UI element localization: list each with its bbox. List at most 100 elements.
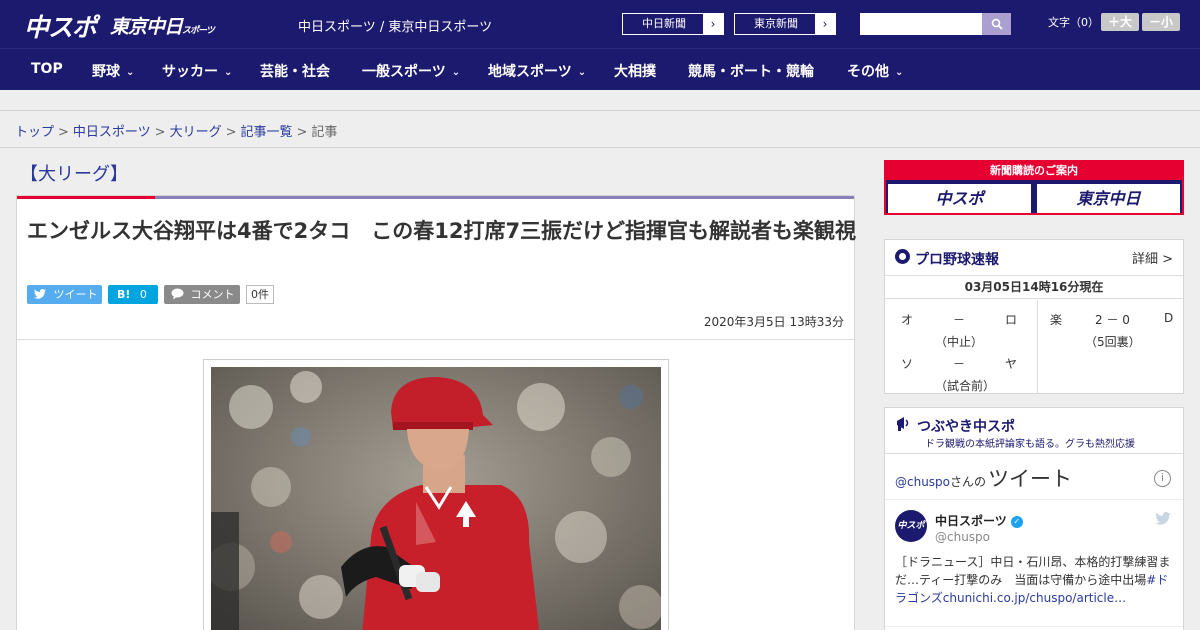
chevron-down-icon: ⌄	[895, 67, 904, 78]
article-card: エンゼルス大谷翔平は4番で2タコ この春12打席7三振だけど指揮官も解説者も楽観…	[16, 195, 857, 630]
tweet-account-handle[interactable]: @chuspo	[935, 530, 990, 544]
breadcrumb-separator: >	[296, 125, 308, 140]
article-photo-frame	[203, 359, 669, 630]
tweet-widget-subtitle: ドラ観戦の本紙評論家も語る。グラも熱烈応援	[925, 439, 1135, 450]
game-score: －	[953, 357, 966, 371]
info-icon[interactable]: i	[1154, 470, 1171, 487]
baseball-scoreboard: プロ野球速報 詳細 > 03月05日14時16分現在 オ － ロ （中止） 楽 …	[884, 239, 1184, 394]
chevron-right-icon: ›	[815, 14, 835, 34]
nav-item-label: 芸能・社会	[260, 64, 330, 80]
nav-item-label: サッカー	[162, 64, 218, 80]
scoreboard-title: プロ野球速報	[915, 252, 999, 268]
nav-item-local-sports[interactable]: 地域スポーツ ⌄	[488, 61, 586, 81]
comment-bubble-icon	[171, 288, 184, 300]
nav-item-label: 野球	[92, 64, 120, 80]
nav-item-label: 一般スポーツ	[362, 64, 446, 80]
game-away-team: D	[1164, 311, 1174, 325]
chuspo-subscribe-box[interactable]: 中スポ	[888, 184, 1031, 213]
font-smaller-button[interactable]: －小	[1142, 13, 1180, 31]
game-score: －	[953, 313, 966, 327]
nav-item-baseball[interactable]: 野球 ⌄	[92, 61, 134, 81]
nav-item-general-sports[interactable]: 一般スポーツ ⌄	[362, 61, 460, 81]
verified-badge-icon: ✓	[1010, 515, 1023, 528]
breadcrumb: トップ > 中日スポーツ > 大リーグ > 記事一覧 > 記事	[0, 110, 1200, 148]
megaphone-icon	[897, 417, 909, 431]
scoreboard-column-divider	[1037, 300, 1038, 394]
avatar[interactable]: 中スポ	[895, 510, 927, 542]
chevron-right-icon: ›	[703, 14, 723, 34]
breadcrumb-link-mlb[interactable]: 大リーグ	[170, 125, 222, 140]
tokyo-shimbun-label: 東京新聞	[754, 17, 798, 30]
tweet-text-body: ［ドラニュース］中日・石川昂、本格的打撃練習まだ…ティー打撃のみ 当面は守備から…	[895, 555, 1171, 587]
twitter-icon	[34, 289, 46, 299]
article-category: 【大リーグ】	[20, 164, 128, 185]
breadcrumb-link-top[interactable]: トップ	[15, 125, 54, 140]
tweet-button-label: ツイート	[53, 288, 98, 301]
article-date: 2020年3月5日 13時33分	[703, 315, 844, 329]
chuspo-logo[interactable]: 中スポ	[24, 8, 97, 44]
site-header: 中スポ 東京中日スポーツ 中日スポーツ / 東京中日スポーツ 中日新聞 › 東京…	[0, 0, 1200, 48]
game-home-team: ソ	[901, 357, 914, 371]
comment-button-label: コメント	[190, 288, 235, 301]
nav-item-racing[interactable]: 競馬・ボート・競輪	[688, 61, 814, 81]
breadcrumb-separator: >	[154, 125, 166, 140]
nav-item-label: TOP	[31, 61, 63, 77]
chevron-down-icon: ⌄	[451, 67, 461, 78]
font-size-label: 文字（0）	[1048, 16, 1099, 29]
nav-item-soccer[interactable]: サッカー ⌄	[162, 61, 232, 81]
tweets-heading-label: ツイート	[988, 467, 1073, 491]
scoreboard-timestamp: 03月05日14時16分現在	[885, 275, 1183, 299]
subscription-banner[interactable]: 新聞購読のご案内 中スポ 東京中日	[884, 160, 1184, 215]
article-accent-red	[17, 196, 155, 199]
search-button[interactable]	[982, 13, 1011, 35]
chevron-down-icon: ⌄	[126, 67, 135, 78]
hatena-count: 0	[139, 288, 147, 301]
breadcrumb-separator: >	[225, 125, 237, 140]
tweet-account-name[interactable]: 中日スポーツ ✓	[935, 512, 1023, 529]
game-status: （試合前）	[935, 379, 996, 393]
search-input[interactable]	[860, 13, 982, 35]
twitter-bird-icon[interactable]	[1155, 512, 1171, 525]
tokyo-shimbun-link[interactable]: 東京新聞 ›	[734, 13, 836, 35]
tweets-heading: @chuspoさんのツイート	[895, 463, 1072, 493]
search-icon	[991, 18, 1003, 30]
game-status: （5回裏）	[1085, 335, 1141, 349]
chunichi-shimbun-link[interactable]: 中日新聞 ›	[622, 13, 724, 35]
game-score: 2 － 0	[1095, 313, 1130, 327]
baseball-icon	[895, 249, 910, 264]
site-links[interactable]: 中日スポーツ / 東京中日スポーツ	[298, 16, 492, 35]
article-photo[interactable]	[211, 367, 661, 630]
tweet-button[interactable]: ツイート	[27, 285, 102, 304]
main-nav: TOP 野球 ⌄ サッカー ⌄ 芸能・社会 一般スポーツ ⌄ 地域スポーツ ⌄ 大相撲 …	[0, 48, 1200, 90]
scoreboard-detail-link[interactable]: 詳細 >	[1132, 248, 1173, 267]
tweet-account-name-text: 中日スポーツ	[935, 514, 1007, 528]
tweet-widget-title: つぶやき中スポ	[917, 419, 1015, 435]
hatena-bookmark-button[interactable]: B! 0	[108, 285, 158, 304]
tweet-text: ［ドラニュース］中日・石川昂、本格的打撃練習まだ…ティー打撃のみ 当面は守備から…	[895, 553, 1177, 607]
tweet-divider	[885, 626, 1183, 627]
comment-count: 0件	[246, 285, 274, 304]
breadcrumb-link-chuspo[interactable]: 中日スポーツ	[73, 125, 151, 140]
tweets-handle-suffix: さんの	[950, 475, 987, 489]
chevron-down-icon: ⌄	[224, 67, 233, 78]
subscription-banner-title: 新聞購読のご案内	[886, 162, 1182, 180]
breadcrumb-link-article-list[interactable]: 記事一覧	[241, 125, 293, 140]
game-away-team: ヤ	[1005, 357, 1018, 371]
tokyo-chunichi-logo[interactable]: 東京中日スポーツ	[110, 12, 215, 39]
baseball-player-photo	[211, 367, 661, 630]
tweet-widget-divider	[885, 453, 1183, 454]
tweets-handle-link[interactable]: @chuspo	[895, 475, 950, 489]
tokyo-chunichi-subscribe-box[interactable]: 東京中日	[1037, 184, 1180, 213]
article-title: エンゼルス大谷翔平は4番で2タコ この春12打席7三振だけど指揮官も解説者も楽観…	[27, 219, 857, 243]
nav-item-label: 競馬・ボート・競輪	[688, 64, 814, 80]
tokyo-chunichi-logo-text: 東京中日	[110, 16, 183, 38]
nav-item-entertainment[interactable]: 芸能・社会	[260, 61, 330, 81]
nav-item-sumo[interactable]: 大相撲	[614, 61, 656, 81]
nav-item-top[interactable]: TOP	[31, 61, 63, 77]
chunichi-shimbun-label: 中日新聞	[642, 17, 686, 30]
article-accent-bar	[17, 196, 854, 199]
font-larger-button[interactable]: ＋大	[1101, 13, 1139, 31]
chevron-down-icon: ⌄	[577, 67, 587, 78]
comment-button[interactable]: コメント	[164, 285, 240, 304]
nav-item-other[interactable]: その他 ⌄	[847, 61, 903, 81]
